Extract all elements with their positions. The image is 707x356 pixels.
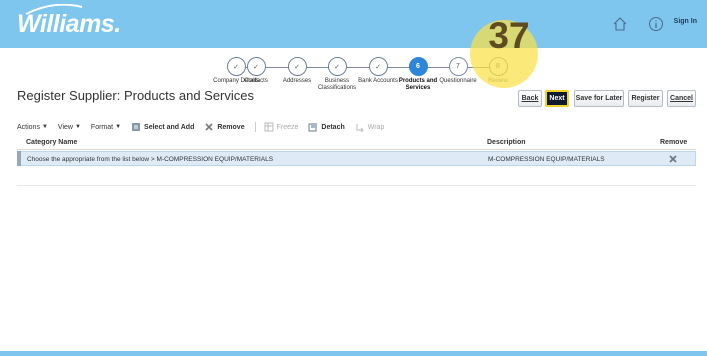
remove-x-icon[interactable] bbox=[668, 154, 678, 164]
footer-bar bbox=[0, 351, 707, 356]
home-icon[interactable] bbox=[612, 16, 628, 32]
detach-button[interactable]: Detach bbox=[308, 122, 345, 132]
registration-progress-train: ✓ Company Details ✓ Contacts ✓ Addresses… bbox=[0, 48, 707, 118]
williams-logo: Williams. bbox=[17, 10, 121, 38]
table-toolbar: Actions ▼ View ▼ Format ▼ Select and Add Re… bbox=[17, 121, 394, 133]
wrap-button[interactable]: Wrap bbox=[355, 122, 385, 132]
select-and-add-icon bbox=[132, 123, 141, 131]
remove-button[interactable]: Remove bbox=[204, 122, 245, 132]
chevron-down-icon: ▼ bbox=[41, 124, 48, 130]
register-button[interactable]: Register bbox=[628, 90, 663, 107]
freeze-icon bbox=[264, 122, 274, 132]
select-and-add-button[interactable]: Select and Add bbox=[131, 122, 194, 132]
cancel-button[interactable]: Cancel bbox=[667, 90, 696, 107]
detach-icon bbox=[308, 123, 318, 132]
next-button-label: Next bbox=[549, 95, 565, 102]
wrap-label: Wrap bbox=[367, 123, 385, 131]
actions-menu[interactable]: Actions ▼ bbox=[17, 124, 48, 131]
back-button[interactable]: Back bbox=[518, 90, 542, 107]
sign-in-link[interactable]: Sign In bbox=[674, 18, 697, 25]
chevron-down-icon: ▼ bbox=[115, 124, 122, 130]
toolbar-divider bbox=[254, 122, 256, 132]
remove-label: Remove bbox=[217, 123, 245, 131]
table-row[interactable]: Choose the appropriate from the list bel… bbox=[17, 151, 696, 166]
column-header-category-name[interactable]: Category Name bbox=[26, 139, 77, 146]
wrap-icon bbox=[356, 124, 364, 132]
select-and-add-label: Select and Add bbox=[144, 123, 195, 131]
actions-label: Actions bbox=[17, 123, 40, 131]
save-for-later-label: Save for Later bbox=[575, 95, 623, 102]
view-menu[interactable]: View ▼ bbox=[58, 124, 81, 131]
next-button[interactable]: Next bbox=[545, 90, 569, 107]
freeze-label: Freeze bbox=[276, 123, 299, 131]
cancel-button-label: Cancel bbox=[670, 95, 693, 102]
save-for-later-button[interactable]: Save for Later bbox=[574, 90, 624, 107]
table-header-row: Category Name Description Remove bbox=[17, 136, 696, 150]
format-menu[interactable]: Format ▼ bbox=[91, 124, 121, 131]
column-header-remove: Remove bbox=[660, 139, 688, 146]
remove-x-icon bbox=[205, 123, 213, 131]
step-check-icon: ✓ bbox=[246, 57, 266, 76]
category-name-cell: Choose the appropriate from the list bel… bbox=[27, 156, 274, 163]
step-number: 7 bbox=[448, 57, 468, 76]
table-bottom-border bbox=[17, 185, 696, 186]
detach-label: Detach bbox=[321, 123, 345, 131]
row-selection-marker bbox=[17, 151, 21, 166]
freeze-button[interactable]: Freeze bbox=[264, 122, 299, 132]
description-cell: M-COMPRESSION EQUIP/MATERIALS bbox=[488, 156, 605, 163]
step-check-icon: ✓ bbox=[327, 57, 347, 76]
page-title: Register Supplier: Products and Services bbox=[17, 88, 255, 103]
step-check-icon: ✓ bbox=[368, 57, 388, 76]
top-header-bar: Williams. Sign In bbox=[0, 0, 707, 48]
info-icon[interactable] bbox=[648, 16, 664, 32]
back-button-label: Back bbox=[521, 95, 539, 102]
column-header-description[interactable]: Description bbox=[487, 139, 526, 146]
view-label: View bbox=[57, 123, 73, 131]
register-label: Register bbox=[631, 95, 660, 102]
tutorial-step-number: 37 bbox=[488, 15, 530, 56]
format-label: Format bbox=[90, 123, 114, 131]
step-number-current: 6 bbox=[408, 57, 428, 76]
chevron-down-icon: ▼ bbox=[74, 124, 81, 130]
step-check-icon: ✓ bbox=[287, 57, 307, 76]
